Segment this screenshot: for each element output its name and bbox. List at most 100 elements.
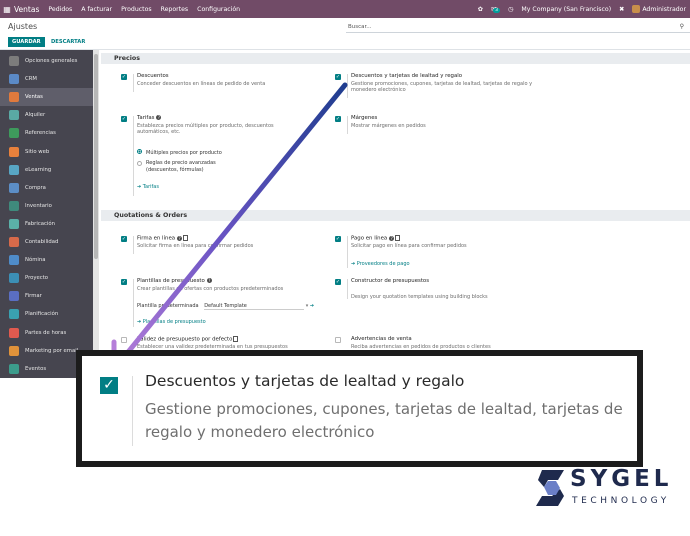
link-label: Proveedores de pago [356,261,410,267]
sidebar-item[interactable]: Inventario [0,197,93,215]
link-label: Tarifas [142,184,159,190]
sidebar-item-label: Firmar [25,293,42,300]
top-navbar: ▦ Ventas Pedidos A facturar Productos Re… [0,0,690,18]
setting-name: Advertencias de venta [351,336,412,342]
accounting-icon [9,237,19,247]
plantillas-checkbox[interactable]: ✓ [121,279,127,285]
sales-icon [9,92,19,103]
manufacturing-icon [9,218,19,229]
firma-checkbox[interactable]: ✓ [121,236,127,242]
company-switcher[interactable]: My Company (San Francisco) [521,6,611,13]
sidebar-item[interactable]: Firmar [0,287,93,305]
setting-name: Constructor de presupuestos [351,278,430,284]
sidebar-item[interactable]: Proyecto [0,269,93,287]
callout-checkbox[interactable]: ✓ [100,377,118,394]
scrollbar-thumb[interactable] [94,54,98,259]
arrow-right-icon[interactable]: ➔ [310,303,314,309]
help-icon[interactable]: ? [206,278,212,283]
setting-desc: Crear plantillas de ofertas con producto… [137,286,284,292]
chevron-down-icon[interactable]: ▾ [306,303,309,309]
sidebar-item[interactable]: Nómina [0,251,93,269]
setting-desc: Mostrar márgenes en pedidos [351,123,426,129]
project-icon [9,273,19,284]
clock-icon[interactable]: ◷ [508,6,513,13]
sidebar-item[interactable]: Referencias [0,124,93,142]
sygel-logo: SYGEL TECHNOLOGY [536,466,676,511]
setting-desc: Solicitar pago en línea para confirmar p… [351,243,467,249]
sidebar-item[interactable]: Alquiler [0,106,93,124]
help-icon[interactable]: ? [177,235,183,241]
descuentos-checkbox[interactable]: ✓ [121,74,127,80]
chat-icon[interactable]: ✉3 [491,6,501,13]
sidebar-item[interactable]: Contabilidad [0,233,93,251]
sidebar-item-label: Fabricación [25,220,55,227]
menu-reportes[interactable]: Reportes [161,6,189,13]
setting-divider [347,279,348,299]
app-brand[interactable]: Ventas [14,5,39,14]
elearning-icon [9,164,19,175]
sidebar-item-label: eLearning [25,166,52,173]
sidebar-item[interactable]: eLearning [0,161,93,179]
validez-checkbox[interactable] [121,337,127,343]
constructor-checkbox[interactable]: ✓ [335,279,341,285]
menu-a-facturar[interactable]: A facturar [81,6,112,13]
help-icon[interactable]: ? [156,115,162,120]
tarifas-link[interactable]: ➔ Tarifas [137,184,159,190]
sidebar-item[interactable]: CRM [0,70,93,88]
loyalty-checkbox[interactable]: ✓ [335,74,341,80]
setting-name: Validez de presupuesto por defecto [137,336,239,343]
setting-desc: Establezca precios múltiples por product… [137,123,274,136]
search-input[interactable]: Buscar... ⚲ [346,21,690,33]
bug-icon[interactable]: ✿ [478,6,483,13]
sidebar-item[interactable]: Opciones generales [0,52,93,70]
sidebar-item-label: Contabilidad [25,239,59,245]
sign-icon [9,291,19,302]
odoo-app: ▦ Ventas Pedidos A facturar Productos Re… [0,0,690,378]
discard-button[interactable]: DESCARTAR [49,37,87,47]
sidebar-item[interactable]: Ventas [0,88,93,107]
apps-menu-icon[interactable]: ▦ [0,5,14,14]
events-icon [9,363,19,374]
setting-name: Descuentos y tarjetas de lealtad y regal… [351,73,463,79]
margenes-checkbox[interactable]: ✓ [335,116,341,122]
tarifas-label: Tarifas [137,115,155,121]
logo-wordmark: SYGEL [570,466,673,492]
setting-divider [347,116,348,134]
menu-productos[interactable]: Productos [121,6,152,13]
radio-advanced-rules[interactable]: Reglas de precio avanzadas (descuentos, … [137,160,237,173]
default-template-row: Plantilla predeterminada Default Templat… [137,303,314,310]
avatar [632,5,641,13]
advertencias-checkbox[interactable] [335,337,341,343]
quote-templates-link[interactable]: ➔ Plantillas de presupuesto [137,319,206,325]
setting-name: Firma en línea? [137,235,189,242]
user-menu[interactable]: Administrador [632,5,686,13]
link-label: Plantillas de presupuesto [142,319,206,325]
search-placeholder: Buscar... [348,24,372,30]
help-icon[interactable]: ? [389,235,395,241]
setting-name: Tarifas? [137,115,162,121]
zoom-callout: ✓ Descuentos y tarjetas de lealtad y reg… [76,350,643,467]
setting-desc: Conceder descuentos en líneas de pedido … [137,81,266,87]
tarifas-checkbox[interactable]: ✓ [121,116,127,122]
menu-pedidos[interactable]: Pedidos [48,6,72,13]
sidebar-item[interactable]: Partes de horas [0,324,93,342]
default-template-value: Default Template [204,303,247,309]
radio-dot [137,149,142,154]
setting-divider [133,74,134,92]
pago-checkbox[interactable]: ✓ [335,236,341,242]
sidebar-item[interactable]: Compra [0,179,93,197]
sidebar-item[interactable]: Sitio web [0,143,93,161]
sidebar-item[interactable]: Planificación [0,305,93,323]
setting-divider [133,116,134,196]
save-button[interactable]: GUARDAR [8,37,45,47]
default-template-select[interactable]: Default Template [204,303,305,310]
search-icon[interactable]: ⚲ [680,21,684,33]
radio-label: Reglas de precio avanzadas (descuentos, … [146,160,216,173]
section-quotations: Quotations & Orders [101,210,690,221]
tools-icon[interactable]: ✖ [619,6,624,13]
menu-configuracion[interactable]: Configuración [197,6,240,13]
radio-multiple-prices[interactable]: Múltiples precios por producto [137,149,222,156]
payment-providers-link[interactable]: ➔ Proveedores de pago [351,261,410,267]
setting-name: Pago en línea? [351,235,401,242]
sidebar-item[interactable]: Fabricación [0,215,93,233]
